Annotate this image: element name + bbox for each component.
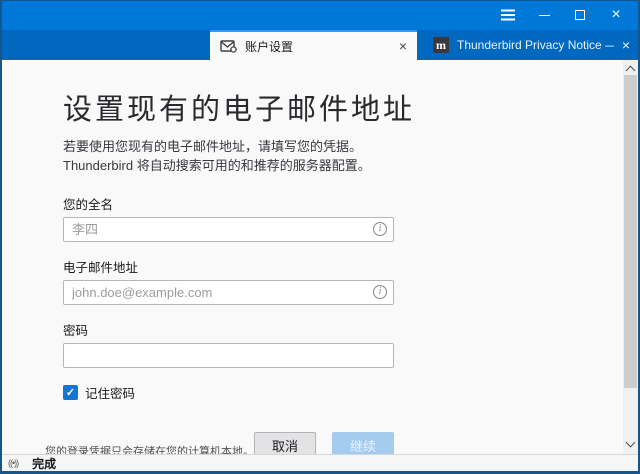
app-menu-button[interactable] <box>490 0 526 30</box>
email-input-wrap: i <box>63 280 394 305</box>
maximize-icon <box>575 10 585 20</box>
tab-label: 账户设置 <box>245 38 391 55</box>
remember-password-label: 记住密码 <box>85 383 135 402</box>
minimize-button[interactable] <box>526 0 562 30</box>
password-input[interactable] <box>63 343 394 368</box>
titlebar: × <box>0 0 640 30</box>
scroll-down-icon[interactable] <box>626 438 636 448</box>
subtitle-line-2: Thunderbird 将自动搜索可用的和推荐的服务器配置。 <box>63 157 638 176</box>
scroll-up-icon[interactable] <box>626 66 636 76</box>
tab-privacy-notice[interactable]: m Thunderbird Privacy Notice — M × <box>425 30 638 60</box>
subtitle-line-1: 若要使用您现有的电子邮件地址，请填写您的凭据。 <box>63 138 638 157</box>
fullname-input[interactable] <box>63 217 394 242</box>
mozilla-m-icon: m <box>433 37 449 53</box>
hamburger-icon <box>501 14 515 16</box>
vertical-scrollbar[interactable] <box>623 60 638 455</box>
account-setup-pane: 设置现有的电子邮件地址 若要使用您现有的电子邮件地址，请填写您的凭据。 Thun… <box>2 60 638 454</box>
thunderbird-window: { "tabs": { "account_settings": { "label… <box>0 0 640 474</box>
page-title: 设置现有的电子邮件地址 <box>63 86 638 128</box>
status-bar: ((•)) 完成 <box>2 454 638 471</box>
page-subtitle: 若要使用您现有的电子邮件地址，请填写您的凭据。 Thunderbird 将自动搜… <box>63 138 638 176</box>
credentials-note: 您的登录凭据只会存储在您的计算机本地。 <box>45 443 254 454</box>
tab-close-button[interactable]: × <box>399 39 407 53</box>
setup-form: 您的全名 i 电子邮件地址 i 密码 ✓ 记住密码 取消 继续 <box>63 194 394 454</box>
email-field-group: 电子邮件地址 i <box>63 257 394 305</box>
scrollbar-thumb[interactable] <box>624 75 637 388</box>
close-window-button[interactable]: × <box>598 0 634 30</box>
network-activity-icon: ((•)) <box>8 458 18 468</box>
email-input[interactable] <box>63 280 394 305</box>
email-label: 电子邮件地址 <box>63 257 394 276</box>
tab-label: Thunderbird Privacy Notice — M <box>457 38 614 52</box>
close-icon: × <box>611 7 620 23</box>
password-input-wrap <box>63 343 394 368</box>
maximize-button[interactable] <box>562 0 598 30</box>
tab-close-button[interactable]: × <box>622 38 630 52</box>
account-settings-icon <box>220 40 237 53</box>
remember-password-row: ✓ 记住密码 <box>63 383 394 402</box>
password-label: 密码 <box>63 320 394 339</box>
fullname-field-group: 您的全名 i <box>63 194 394 242</box>
cancel-button[interactable]: 取消 <box>254 432 316 454</box>
minimize-icon <box>539 15 550 16</box>
info-icon[interactable]: i <box>373 222 387 236</box>
continue-button[interactable]: 继续 <box>332 432 394 454</box>
fullname-input-wrap: i <box>63 217 394 242</box>
tab-account-settings[interactable]: 账户设置 × <box>210 30 417 60</box>
fullname-label: 您的全名 <box>63 194 394 213</box>
password-field-group: 密码 <box>63 320 394 368</box>
info-icon[interactable]: i <box>373 285 387 299</box>
status-text: 完成 <box>32 455 56 472</box>
remember-password-checkbox[interactable]: ✓ <box>63 385 78 400</box>
